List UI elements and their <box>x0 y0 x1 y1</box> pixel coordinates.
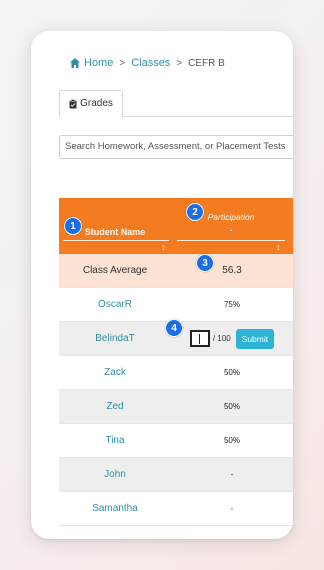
tab-grades-label: Grades <box>80 98 113 109</box>
table-row: Samantha - <box>59 492 293 526</box>
sort-icon[interactable]: ↕ <box>276 242 281 252</box>
clipboard-icon <box>69 98 77 108</box>
participation-grade: 50% <box>223 368 240 377</box>
participation-grade: - <box>230 504 234 513</box>
grade-max-label: / 100 <box>212 334 231 343</box>
table-row: OscarR 75% <box>59 288 293 322</box>
student-name-link[interactable]: John <box>59 469 171 480</box>
class-average-label: Class Average <box>82 265 148 276</box>
participation-header-subtext: - <box>229 225 233 235</box>
student-name-link[interactable]: Tina <box>59 435 171 446</box>
breadcrumb-separator: > <box>119 57 126 69</box>
submit-grade-button[interactable]: Submit <box>235 328 275 349</box>
participation-grade: 50% <box>223 402 240 411</box>
table-row: John - <box>59 458 293 492</box>
table-row: Zack 50% <box>59 356 293 390</box>
student-name-link[interactable]: Zack <box>59 367 171 378</box>
tab-grades[interactable]: Grades <box>59 90 123 117</box>
annotation-badge-2: 2 <box>186 203 204 221</box>
sort-icon[interactable]: ↕ <box>161 242 166 252</box>
student-name-link[interactable]: Samantha <box>59 503 171 514</box>
annotation-badge-4: 4 <box>165 319 183 337</box>
search-placeholder: Search Homework, Assessment, or Placemen… <box>65 141 286 152</box>
annotation-badge-3: 3 <box>196 254 214 272</box>
grade-input[interactable] <box>189 330 210 347</box>
breadcrumb-home-link[interactable]: Home <box>84 57 113 69</box>
grades-table: Student Name ↕ Participation - ↕ Class A… <box>59 198 293 526</box>
search-input[interactable]: Search Homework, Assessment, or Placemen… <box>59 135 293 159</box>
participation-grade: - <box>230 470 234 479</box>
table-row: Tina 50% <box>59 424 293 458</box>
student-name-link[interactable]: OscarR <box>59 299 171 310</box>
header-underline <box>177 240 285 241</box>
gradebook-card: Home > Classes > CEFR B Grades Search Ho… <box>31 31 293 539</box>
breadcrumb: Home > Classes > CEFR B <box>69 55 225 71</box>
grade-entry-cell: / 100 Submit <box>171 322 293 355</box>
student-name-link[interactable]: Zed <box>59 401 171 412</box>
breadcrumb-classes-link[interactable]: Classes <box>131 57 170 69</box>
participation-grade: 75% <box>223 300 240 309</box>
class-average-value: 56.3 <box>222 265 242 276</box>
annotation-badge-1: 1 <box>64 217 82 235</box>
student-name-link[interactable]: BelindaT <box>59 333 171 344</box>
table-row: Zed 50% <box>59 390 293 424</box>
table-header: Student Name ↕ Participation - ↕ <box>59 198 293 254</box>
header-underline <box>63 240 169 241</box>
home-icon <box>70 58 80 68</box>
breadcrumb-separator: > <box>176 57 183 69</box>
breadcrumb-current: CEFR B <box>188 57 225 69</box>
class-average-row: Class Average 56.3 <box>59 254 293 288</box>
participation-grade: 50% <box>223 436 240 445</box>
